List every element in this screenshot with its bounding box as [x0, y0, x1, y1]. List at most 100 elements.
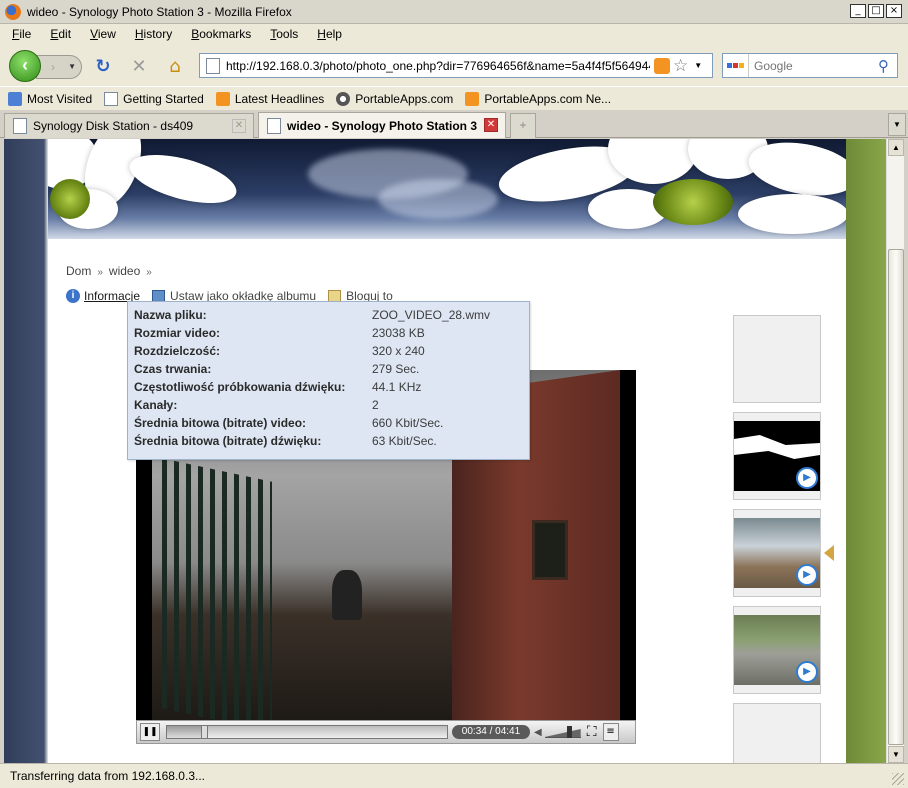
close-tab-icon[interactable]: ✕	[484, 118, 498, 132]
info-value: 320 x 240	[372, 344, 425, 358]
menu-edit-label: dit	[58, 27, 72, 41]
info-key: Kanały:	[134, 398, 178, 412]
thumbnail-video-1[interactable]: ▶	[733, 412, 821, 500]
window-controls: _ □ ×	[850, 4, 902, 18]
menu-view[interactable]: View	[78, 27, 123, 41]
close-tab-icon[interactable]: ✕	[232, 119, 246, 133]
bookmark-star-icon[interactable]: ☆	[673, 56, 688, 76]
tab-bar: Synology Disk Station - ds409 ✕ wideo - …	[0, 110, 908, 138]
home-icon[interactable]: ⌂	[164, 56, 186, 78]
bookmark-most-visited[interactable]: Most Visited	[8, 91, 93, 106]
menu-view-accel: V	[90, 27, 98, 41]
most-visited-icon	[8, 91, 22, 106]
menu-history[interactable]: History	[123, 27, 179, 41]
menu-file-label: ile	[19, 27, 32, 41]
bookmark-portableapps[interactable]: PortableApps.com	[336, 91, 453, 106]
volume-icon[interactable]: ◀	[534, 727, 542, 738]
maximize-button[interactable]: □	[868, 4, 884, 18]
rss-feed-icon[interactable]	[654, 57, 670, 74]
play-icon: ▶	[796, 467, 818, 489]
thumbnail-video-3[interactable]: ▶	[733, 606, 821, 694]
back-button[interactable]: ‹	[9, 50, 41, 82]
info-value: 2	[372, 398, 379, 412]
pause-button[interactable]: ❚❚	[140, 723, 160, 741]
info-value: 23038 KB	[372, 326, 425, 340]
history-dropdown-icon[interactable]: ▼	[68, 56, 76, 78]
window-titlebar: wideo - Synology Photo Station 3 - Mozil…	[0, 0, 908, 24]
breadcrumb-home-link[interactable]: Dom	[66, 264, 91, 278]
url-text[interactable]: http://192.168.0.3/photo/photo_one.php?d…	[226, 59, 650, 73]
page-icon	[104, 91, 119, 106]
play-icon: ▶	[796, 564, 818, 586]
firefox-logo-icon	[5, 3, 21, 20]
volume-slider[interactable]	[544, 726, 581, 738]
tab-list-dropdown[interactable]: ▼	[888, 113, 906, 136]
rss-icon	[465, 91, 480, 106]
breadcrumb-album-link[interactable]: wideo	[109, 264, 140, 278]
url-dropdown-icon[interactable]: ▼	[694, 61, 702, 70]
tab-disk-station[interactable]: Synology Disk Station - ds409 ✕	[4, 113, 254, 138]
tab-label: wideo - Synology Photo Station 3	[287, 118, 478, 133]
scroll-down-icon[interactable]: ▼	[888, 746, 904, 763]
fullscreen-icon[interactable]: ⛶	[587, 724, 597, 740]
stop-icon[interactable]: ✕	[128, 56, 150, 78]
info-key: Czas trwania:	[134, 362, 212, 376]
search-bar[interactable]: ⚲	[722, 53, 898, 78]
bookmark-portableapps-news[interactable]: PortableApps.com Ne...	[465, 91, 612, 106]
info-key: Nazwa pliku:	[134, 308, 207, 322]
page-icon	[13, 118, 27, 134]
scroll-thumb[interactable]	[888, 249, 904, 745]
player-menu-button[interactable]: ≡	[602, 723, 619, 741]
scroll-up-icon[interactable]: ▲	[888, 139, 904, 156]
menu-help[interactable]: Help	[305, 27, 349, 41]
thumbnail-video-2[interactable]: ▶	[733, 509, 821, 597]
portableapps-icon	[336, 91, 351, 106]
resize-grip-icon[interactable]	[892, 773, 904, 785]
forward-button[interactable]: › ▼	[36, 55, 82, 79]
seek-bar[interactable]	[166, 725, 448, 739]
menu-bookmarks[interactable]: Bookmarks	[179, 27, 258, 41]
close-window-button[interactable]: ×	[886, 4, 902, 18]
bookmark-label: Latest Headlines	[234, 91, 325, 106]
volume-handle[interactable]	[566, 726, 572, 738]
address-bar[interactable]: http://192.168.0.3/photo/photo_one.php?d…	[199, 53, 713, 78]
info-value: 660 Kbit/Sec.	[372, 416, 444, 430]
bookmark-latest-headlines[interactable]: Latest Headlines	[215, 91, 325, 106]
info-row: Rozmiar video: 23038 KB	[134, 324, 529, 342]
info-key: Średnia bitowa (bitrate) video:	[134, 416, 307, 430]
info-popup: Nazwa pliku: ZOO_VIDEO_28.wmv Rozmiar vid…	[127, 301, 530, 460]
time-display: 00:34 / 04:41	[452, 725, 530, 739]
info-row: Czas trwania: 279 Sec.	[134, 360, 529, 378]
search-icon[interactable]: ⚲	[878, 57, 889, 75]
vertical-scrollbar[interactable]: ▲ ▼	[886, 139, 904, 763]
menu-help-accel: H	[317, 27, 326, 41]
navigation-toolbar: › ▼ ‹ ↻ ✕ ⌂ http://192.168.0.3/photo/phot…	[0, 44, 908, 86]
thumbnail-empty	[733, 315, 821, 403]
menu-tools[interactable]: Tools	[258, 27, 305, 41]
info-row: Nazwa pliku: ZOO_VIDEO_28.wmv	[134, 306, 529, 324]
menu-help-label: elp	[325, 27, 342, 41]
bookmark-label: Most Visited	[27, 91, 93, 106]
info-key: Średnia bitowa (bitrate) dźwięku:	[134, 434, 322, 448]
seek-progress	[167, 726, 201, 738]
menu-file[interactable]: File	[0, 27, 38, 41]
bookmark-getting-started[interactable]: Getting Started	[104, 91, 204, 106]
seek-handle[interactable]	[201, 725, 208, 739]
rss-icon	[215, 91, 230, 106]
minimize-button[interactable]: _	[850, 4, 866, 18]
status-text: Transferring data from 192.168.0.3...	[10, 769, 205, 783]
info-value: ZOO_VIDEO_28.wmv	[372, 308, 491, 322]
menu-history-label: istory	[143, 27, 173, 41]
info-value: 63 Kbit/Sec.	[372, 434, 437, 448]
new-tab-button[interactable]: +	[510, 113, 536, 138]
reload-icon[interactable]: ↻	[92, 56, 114, 78]
menu-bar: File Edit View History Bookmarks Tools H…	[0, 24, 908, 44]
tab-photo-station[interactable]: wideo - Synology Photo Station 3 ✕	[258, 112, 506, 138]
bookmark-label: PortableApps.com Ne...	[484, 91, 612, 106]
search-input[interactable]	[754, 58, 878, 73]
menu-edit[interactable]: Edit	[38, 27, 78, 41]
info-row: Średnia bitowa (bitrate) video: 660 Kbit/…	[134, 414, 529, 432]
info-icon: i	[66, 289, 80, 303]
google-engine-icon[interactable]	[723, 54, 749, 77]
bookmarks-toolbar: Most Visited Getting Started Latest Head…	[0, 86, 908, 110]
